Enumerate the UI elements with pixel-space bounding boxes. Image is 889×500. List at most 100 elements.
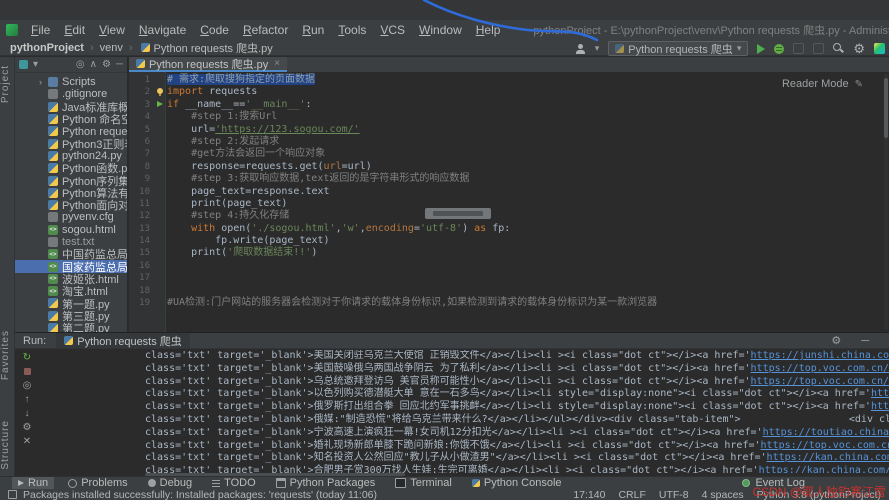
status-item-4-spaces[interactable]: 4 spaces bbox=[702, 489, 744, 500]
profiler-button[interactable] bbox=[813, 43, 825, 54]
stop-square bbox=[23, 368, 31, 375]
toolwindow-button-python-console[interactable]: Python Console bbox=[466, 477, 568, 490]
status-item-17-140[interactable]: 17:140 bbox=[573, 489, 605, 500]
coverage-button[interactable] bbox=[793, 43, 805, 54]
tool-tab-structure[interactable]: Structure bbox=[0, 420, 14, 470]
hide-panel-icon[interactable]: ─ bbox=[116, 59, 123, 70]
project-tree: ›Scripts.gitignoreJava标准库概览.pyPython 命名空… bbox=[15, 73, 127, 332]
python-file-icon bbox=[615, 44, 625, 53]
expand-arrow-icon[interactable]: › bbox=[39, 77, 48, 87]
run-label: Run: bbox=[23, 334, 47, 347]
console-header-icons: ⚙ ─ bbox=[821, 334, 879, 347]
event-icon[interactable] bbox=[8, 490, 17, 499]
tree-item-scripts[interactable]: › Scripts bbox=[15, 76, 127, 88]
menu-edit[interactable]: Edit bbox=[57, 23, 92, 37]
stop-icon[interactable] bbox=[21, 366, 33, 377]
run-config-select[interactable]: Python requests 爬虫 ▾ bbox=[608, 41, 749, 56]
project-view-combo-icon[interactable] bbox=[19, 60, 28, 69]
breadcrumb-separator: › bbox=[128, 41, 133, 54]
status-message[interactable]: Packages installed successfully: Install… bbox=[23, 489, 377, 500]
toolbar-right-cluster: ▾ Python requests 爬虫 ▾ ⚙ bbox=[575, 41, 885, 56]
close-icon[interactable]: × bbox=[274, 58, 280, 69]
breadcrumb-file[interactable]: Python requests 爬虫.py bbox=[154, 40, 273, 56]
menu-tools[interactable]: Tools bbox=[331, 23, 373, 37]
breadcrumb-venv[interactable]: venv bbox=[100, 42, 123, 54]
settings-icon[interactable]: ⚙ bbox=[831, 335, 841, 347]
run-gutter-icon[interactable] bbox=[154, 99, 167, 111]
chevron-down-icon[interactable]: ▾ bbox=[33, 59, 38, 70]
pin-icon[interactable]: ◎ bbox=[21, 380, 33, 391]
menu-window[interactable]: Window bbox=[412, 23, 469, 37]
settings-gear-icon[interactable]: ⚙ bbox=[853, 42, 865, 55]
text-segment: if bbox=[167, 98, 180, 110]
menu-refactor[interactable]: Refactor bbox=[236, 23, 295, 37]
code-text: page_text=response.text bbox=[167, 186, 329, 198]
code-text: #step 3:获取响应数据,text返回的是字符串形式的响应数据 bbox=[167, 173, 469, 185]
tree-item-python-py[interactable]: Python面向对象.py bbox=[15, 199, 127, 212]
hide-panel-icon[interactable]: ─ bbox=[861, 335, 869, 347]
console-link[interactable]: https://top.voc.com.cn/sq_dhzis/article/… bbox=[871, 401, 889, 412]
console-link[interactable]: https://top.voc.com.cn/sq_dhzis/article/… bbox=[751, 363, 889, 374]
console-output[interactable]: class='txt' target='_blank'>美国关闭驻乌克兰大使馆 … bbox=[39, 350, 889, 473]
toolwindow-button-terminal[interactable]: Terminal bbox=[389, 477, 458, 490]
user-icon[interactable] bbox=[575, 43, 586, 54]
status-item-utf-8[interactable]: UTF-8 bbox=[659, 489, 689, 500]
console-link[interactable]: https://kan.china.com/qd/sogou1/article/… bbox=[767, 452, 889, 463]
editor-canvas[interactable]: 1 # 需求:爬取搜狗指定的页面数据 2 import requests 3 if __n… bbox=[129, 72, 889, 332]
tree-item--py[interactable]: 第二题.py bbox=[15, 322, 127, 332]
menu-run[interactable]: Run bbox=[295, 23, 331, 37]
line-number: 13 bbox=[139, 223, 150, 234]
menu-view[interactable]: View bbox=[92, 23, 132, 37]
console-link[interactable]: https://top.voc.com.cn/sq_dhz/article/36… bbox=[761, 440, 889, 451]
debug-button[interactable] bbox=[774, 43, 785, 54]
chevron-down-icon[interactable]: ▾ bbox=[595, 43, 600, 54]
status-item-crlf[interactable]: CRLF bbox=[618, 489, 645, 500]
text-segment: class='txt' target='_blank'>合肥男子赏300万找人生… bbox=[145, 465, 759, 473]
menu-vcs[interactable]: VCS bbox=[373, 23, 412, 37]
reader-mode-toggle[interactable]: Reader Mode ✎ bbox=[782, 78, 863, 90]
toolwindow-button-label: Problems bbox=[81, 477, 128, 489]
code-text: #get方法会返回一个响应对象 bbox=[167, 148, 325, 160]
search-everywhere-icon[interactable] bbox=[833, 43, 844, 54]
console-link[interactable]: https://top.voc.com.cn/sq_dhzis/article/… bbox=[751, 376, 889, 387]
text-segment: print( bbox=[167, 247, 228, 259]
editor-line: 3 if __name__=='__main__': bbox=[129, 99, 889, 111]
console-link[interactable]: https://top.voc.com.cn/sq_dhzis/article/… bbox=[871, 388, 889, 399]
code-text: # 需求:爬取搜狗指定的页面数据 bbox=[167, 74, 316, 86]
collapse-all-icon[interactable]: ∧ bbox=[90, 59, 97, 70]
console-link[interactable]: https://junshi.china.com/s_sgyi/gogo/130… bbox=[751, 350, 889, 361]
console-link[interactable]: https://toutiao.china.com/s_sqgg/ht/1300… bbox=[763, 427, 889, 438]
tree-item-python3-py[interactable]: Python3正则表达式.py bbox=[15, 137, 127, 151]
menu-navigate[interactable]: Navigate bbox=[132, 23, 193, 37]
run-tab[interactable]: Python requests 爬虫 bbox=[56, 333, 190, 348]
tool-tab-favorites[interactable]: Favorites bbox=[0, 330, 14, 380]
breadcrumb-project[interactable]: pythonProject bbox=[10, 42, 84, 54]
line-number: 5 bbox=[144, 124, 150, 135]
settings-icon[interactable]: ⚙ bbox=[102, 59, 111, 70]
tool-tab-project[interactable]: Project bbox=[0, 65, 14, 103]
editor-scrollbar[interactable] bbox=[884, 74, 888, 329]
py-file-icon bbox=[48, 150, 58, 161]
menu-file[interactable]: File bbox=[24, 23, 57, 37]
editor-tab-active[interactable]: Python requests 爬虫.py × bbox=[129, 57, 288, 72]
rerun-icon[interactable]: ↻ bbox=[21, 352, 33, 363]
clear-icon[interactable]: ✕ bbox=[21, 436, 33, 447]
menu-code[interactable]: Code bbox=[193, 23, 236, 37]
menu-help[interactable]: Help bbox=[469, 23, 508, 37]
html-file-icon: <> bbox=[48, 273, 58, 284]
editor-line: 10 page_text=response.text bbox=[129, 186, 889, 198]
tree-item-sogou-html[interactable]: <> sogou.html bbox=[15, 224, 127, 236]
tree-item-pyvenv-cfg[interactable]: pyvenv.cfg bbox=[15, 211, 127, 223]
text-segment bbox=[167, 136, 191, 147]
console-line: class='txt' target='_blank'>美国鼓噪俄乌两国战争阴云… bbox=[39, 363, 889, 376]
scrollbar-thumb[interactable] bbox=[884, 78, 888, 138]
up-stack-icon[interactable]: ↑ bbox=[21, 394, 33, 405]
console-link[interactable]: https://kan.china.com/qd/sogou2/article/… bbox=[759, 465, 889, 473]
gutter-space bbox=[154, 148, 167, 160]
run-button[interactable] bbox=[757, 43, 766, 54]
py-file-icon bbox=[48, 101, 58, 112]
settings-icon[interactable]: ⚙ bbox=[21, 422, 33, 433]
locate-file-icon[interactable]: ◎ bbox=[76, 59, 85, 70]
down-stack-icon[interactable]: ↓ bbox=[21, 408, 33, 419]
text-segment: ) bbox=[311, 247, 318, 259]
